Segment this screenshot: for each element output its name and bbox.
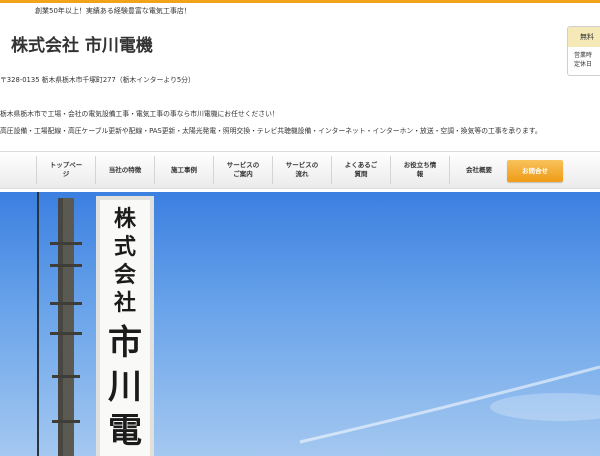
nav-item-company[interactable]: 会社概要 <box>449 156 508 184</box>
closed-days-label: 定休日 <box>574 61 593 68</box>
nav-item-services[interactable]: サービスの ご案内 <box>213 156 272 184</box>
sign-char: 川 <box>108 367 142 407</box>
main-nav: トップペー ジ 当社の特徴 施工事例 サービスの ご案内 サービスの 流れ よく… <box>0 151 600 189</box>
hero-photo-svg: 株 式 会 社 市 川 電 <box>37 192 600 456</box>
nav-item-features[interactable]: 当社の特徴 <box>95 156 154 184</box>
nav-item-flow[interactable]: サービスの 流れ <box>272 156 331 184</box>
services-text: 高圧設備・工場配線・高圧ケーブル更新や配線・PAS更新・太陽光発電・照明交換・テ… <box>0 127 542 135</box>
contact-box[interactable]: 無料 営業時 定休日 <box>567 26 600 76</box>
company-address: 〒328-0135 栃木県栃木市千塚町277（栃木インターより5分） <box>0 76 195 84</box>
sign-char: 会 <box>114 262 136 288</box>
top-accent-bar <box>0 0 600 3</box>
nav-item-cases[interactable]: 施工事例 <box>154 156 213 184</box>
header-tagline: 創業50年以上！実績ある経験豊富な電気工事店！ <box>35 7 191 15</box>
company-name[interactable]: 株式会社 市川電機 <box>11 31 153 56</box>
business-hours-label: 営業時 <box>574 52 593 59</box>
intro-text: 栃木県栃木市で工場・会社の電気設備工事・電気工事の事なら市川電機にお任せください… <box>0 110 279 118</box>
sign-char: 市 <box>108 323 142 363</box>
sign-char: 電 <box>108 411 142 451</box>
sign-char: 式 <box>114 234 136 260</box>
contact-box-label[interactable]: 無料 <box>568 27 600 47</box>
sign-char: 社 <box>114 290 136 316</box>
hero-image: 株 式 会 社 市 川 電 <box>0 192 600 456</box>
nav-item-contact[interactable]: お問合せ <box>507 160 563 182</box>
nav-item-useful-info[interactable]: お役立ち情 報 <box>390 156 449 184</box>
nav-item-top[interactable]: トップペー ジ <box>36 156 95 184</box>
nav-item-faq[interactable]: よくあるご 質問 <box>331 156 390 184</box>
sign-char: 株 <box>114 206 137 232</box>
cloud <box>490 393 600 421</box>
